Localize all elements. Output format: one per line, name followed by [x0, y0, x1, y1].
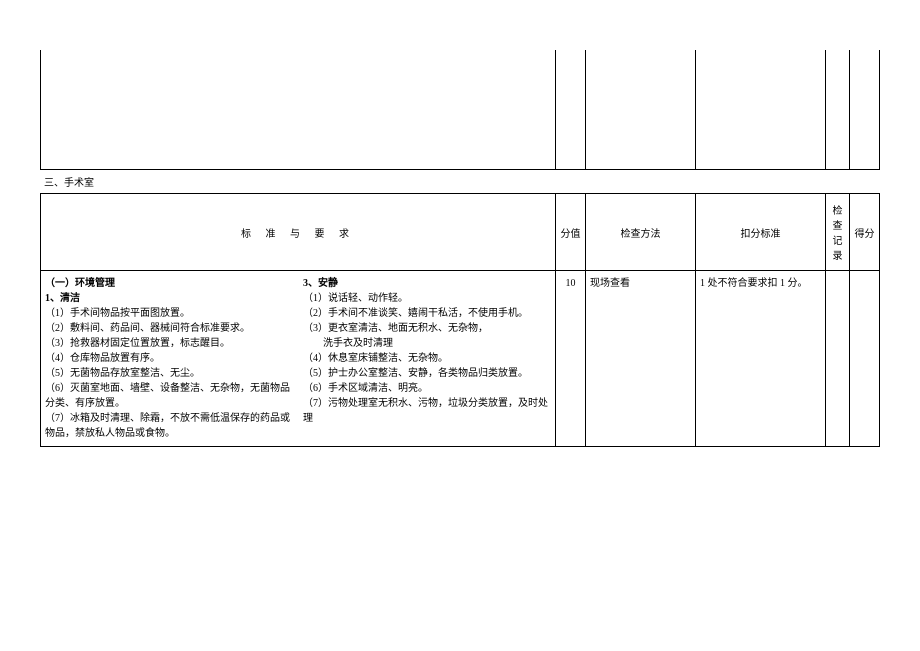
cell-requirements: （一）环境管理 1、清洁 （1）手术间物品按平面图放置。 （2）敷料间、药品间、… [41, 271, 556, 447]
req-item: （4）休息室床铺整洁、无杂物。 [303, 351, 551, 366]
req-sub-title: 1、清洁 [45, 291, 293, 306]
standards-table: 标 准 与 要 求 分值 检查方法 扣分标准 检查记录 得分 （一）环境管理 1… [40, 193, 880, 447]
req-item: （2）敷料间、药品间、器械间符合标准要求。 [45, 321, 293, 336]
header-record: 检查记录 [826, 194, 850, 271]
cell-score: 10 [556, 271, 586, 447]
req-item: （5）无菌物品存放室整洁、无尘。 [45, 366, 293, 381]
req-item: （5）护士办公室整洁、安静，各类物品归类放置。 [303, 366, 551, 381]
req-item: （6）手术区域清洁、明亮。 [303, 381, 551, 396]
header-requirements: 标 准 与 要 求 [41, 194, 556, 271]
section-title: 三、手术室 [40, 170, 880, 193]
upper-empty-row [40, 50, 880, 170]
table-row: （一）环境管理 1、清洁 （1）手术间物品按平面图放置。 （2）敷料间、药品间、… [41, 271, 880, 447]
req-item: （7）冰箱及时清理、除霜，不放不需低温保存的药品或物品，禁放私人物品或食物。 [45, 411, 293, 441]
cell-record [826, 271, 850, 447]
req-section-title: （一）环境管理 [45, 276, 293, 291]
header-final: 得分 [850, 194, 880, 271]
table-header-row: 标 准 与 要 求 分值 检查方法 扣分标准 检查记录 得分 [41, 194, 880, 271]
header-deduct: 扣分标准 [696, 194, 826, 271]
req-item: （1）手术间物品按平面图放置。 [45, 306, 293, 321]
req-item: （3）抢救器材固定位置放置，标志醒目。 [45, 336, 293, 351]
cell-method: 现场查看 [586, 271, 696, 447]
cell-final [850, 271, 880, 447]
header-method: 检查方法 [586, 194, 696, 271]
req-item: （6）灭菌室地面、墙壁、设备整洁、无杂物，无菌物品分类、有序放置。 [45, 381, 293, 411]
header-score: 分值 [556, 194, 586, 271]
req-left-column: （一）环境管理 1、清洁 （1）手术间物品按平面图放置。 （2）敷料间、药品间、… [45, 276, 293, 441]
req-item: （3）更衣室清洁、地面无积水、无杂物， [303, 321, 551, 336]
cell-deduct: 1 处不符合要求扣 1 分。 [696, 271, 826, 447]
req-right-column: 3、安静 （1）说话轻、动作轻。 （2）手术间不准谈笑、嬉闹干私活，不使用手机。… [303, 276, 551, 441]
req-item: 洗手衣及时清理 [303, 336, 551, 351]
req-item: （2）手术间不准谈笑、嬉闹干私活，不使用手机。 [303, 306, 551, 321]
req-sub-title: 3、安静 [303, 276, 551, 291]
req-item: （4）仓库物品放置有序。 [45, 351, 293, 366]
req-item: （7）污物处理室无积水、污物，垃圾分类放置，及时处理 [303, 396, 551, 426]
req-item: （1）说话轻、动作轻。 [303, 291, 551, 306]
